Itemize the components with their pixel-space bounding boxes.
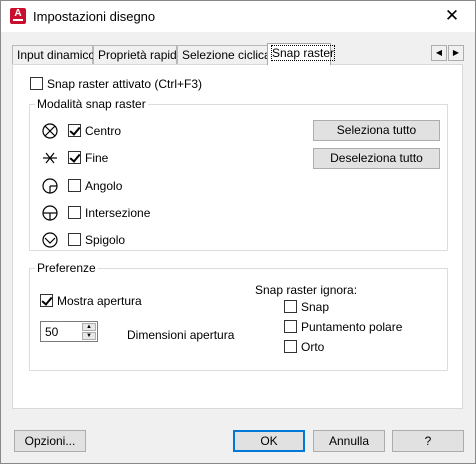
endpoint-icon bbox=[43, 152, 57, 164]
tab-snap-raster[interactable]: Snap raster bbox=[267, 43, 336, 65]
tab-input-dinamico[interactable]: Input dinamico bbox=[12, 45, 95, 64]
show-aperture-label: Mostra apertura bbox=[57, 294, 142, 308]
snap-enabled-checkbox[interactable] bbox=[30, 77, 43, 90]
intersezione-label: Intersezione bbox=[85, 206, 151, 220]
stepper-down-icon[interactable]: ▼ bbox=[82, 332, 96, 340]
tab-scroll-left-icon[interactable]: ◀ bbox=[431, 45, 447, 61]
show-aperture-checkbox[interactable] bbox=[40, 294, 53, 307]
preferences-group-title: Preferenze bbox=[35, 261, 98, 275]
close-icon[interactable]: ✕ bbox=[429, 1, 475, 32]
options-button[interactable]: Opzioni... bbox=[14, 430, 86, 452]
ignore-ortho-label: Orto bbox=[301, 340, 325, 354]
fine-label: Fine bbox=[85, 151, 109, 165]
fine-checkbox[interactable] bbox=[68, 151, 81, 164]
ignore-polar-checkbox[interactable] bbox=[284, 320, 297, 333]
tab-selezione-ciclica[interactable]: Selezione ciclica bbox=[177, 45, 271, 64]
ok-button[interactable]: OK bbox=[233, 430, 305, 452]
help-button[interactable]: ? bbox=[392, 430, 464, 452]
cancel-button[interactable]: Annulla bbox=[313, 430, 385, 452]
spigolo-label: Spigolo bbox=[85, 233, 126, 247]
tab-proprieta-rapide[interactable]: Proprietà rapide bbox=[93, 45, 183, 64]
centro-label: Centro bbox=[85, 124, 122, 138]
intersezione-checkbox[interactable] bbox=[68, 206, 81, 219]
ignore-ortho-checkbox[interactable] bbox=[284, 340, 297, 353]
drawing-settings-dialog: A Impostazioni disegno ✕ Input dinamico … bbox=[0, 0, 476, 464]
snap-raster-panel: Snap raster attivato (Ctrl+F3) Modalità … bbox=[12, 64, 463, 409]
window-title: Impostazioni disegno bbox=[33, 9, 156, 24]
aperture-size-value: 50 bbox=[45, 325, 59, 339]
ignore-title: Snap raster ignora: bbox=[255, 283, 358, 297]
angolo-checkbox[interactable] bbox=[68, 179, 81, 192]
center-icon bbox=[42, 123, 58, 139]
deselect-all-button[interactable]: Deseleziona tutto bbox=[313, 148, 440, 169]
spigolo-checkbox[interactable] bbox=[68, 233, 81, 246]
modes-group: Modalità snap raster Centro Fine Angolo … bbox=[29, 97, 448, 251]
aperture-size-label: Dimensioni apertura bbox=[127, 328, 235, 342]
modes-group-title: Modalità snap raster bbox=[35, 97, 148, 111]
snap-enabled-label: Snap raster attivato (Ctrl+F3) bbox=[47, 77, 203, 91]
title-bar: A Impostazioni disegno ✕ bbox=[1, 1, 475, 32]
angolo-label: Angolo bbox=[85, 179, 123, 193]
ignore-polar-label: Puntamento polare bbox=[301, 320, 403, 334]
edge-icon bbox=[42, 232, 58, 248]
intersection-icon bbox=[42, 205, 58, 221]
corner-icon bbox=[42, 178, 58, 194]
select-all-button[interactable]: Seleziona tutto bbox=[313, 120, 440, 141]
ignore-snap-checkbox[interactable] bbox=[284, 300, 297, 313]
preferences-group: Preferenze Mostra apertura 50 ▲ ▼ Dimens… bbox=[29, 261, 448, 371]
ignore-snap-label: Snap bbox=[301, 300, 330, 314]
stepper-up-icon[interactable]: ▲ bbox=[82, 323, 96, 331]
tab-scroll-right-icon[interactable]: ▶ bbox=[448, 45, 464, 61]
centro-checkbox[interactable] bbox=[68, 124, 81, 137]
app-logo-icon: A bbox=[10, 8, 26, 24]
aperture-size-stepper[interactable]: 50 ▲ ▼ bbox=[40, 321, 98, 342]
